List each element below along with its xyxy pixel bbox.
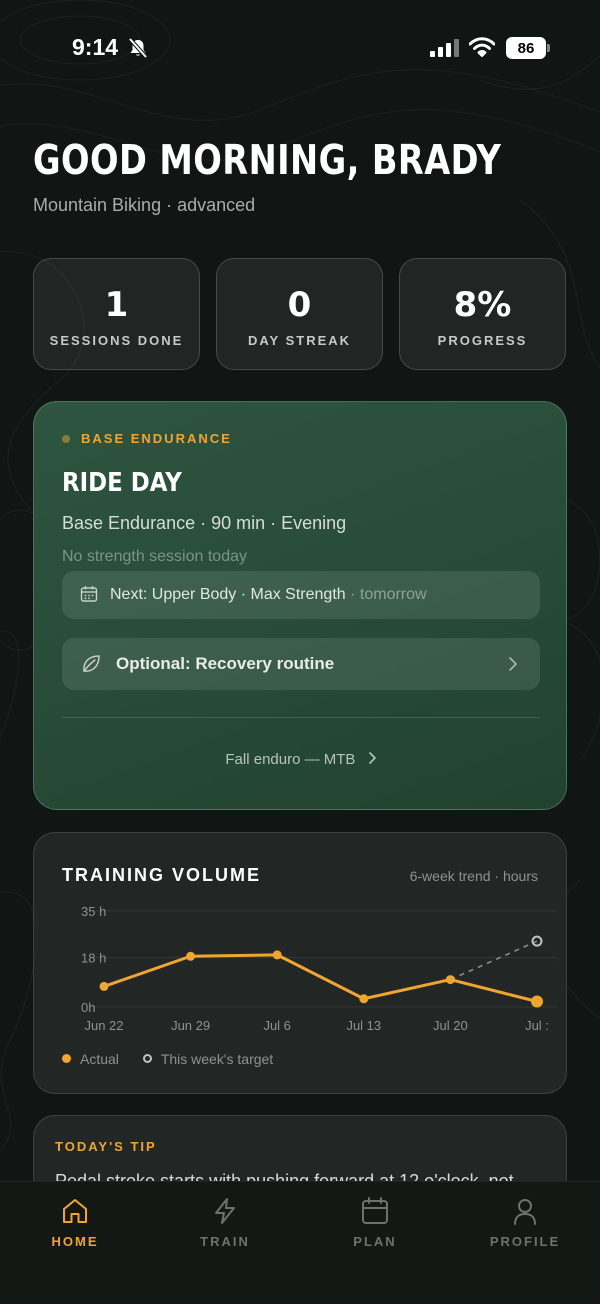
chevron-right-icon <box>509 657 517 671</box>
tab-train-label: TRAIN <box>200 1234 250 1249</box>
legend-target-label: This week's target <box>160 1050 274 1067</box>
actual-data-point <box>359 994 369 1004</box>
x-tick-label: Jul : <box>525 1018 549 1033</box>
tab-plan-label: PLAN <box>353 1234 397 1249</box>
stat-sessions-done: 1 SESSIONS DONE <box>33 258 200 370</box>
status-bar: 9:14 86 <box>0 0 600 96</box>
next-prefix: Next: <box>110 586 152 603</box>
legend-actual: Actual <box>62 1051 119 1067</box>
bell-muted-icon <box>128 37 148 59</box>
leaf-icon <box>83 655 100 672</box>
x-tick-label: Jul 13 <box>346 1018 381 1033</box>
stat-label: SESSIONS DONE <box>49 333 184 348</box>
goal-label: Fall enduro — MTB <box>225 751 356 768</box>
next-session-text: Next: Upper Body · Max Strength · tomorr… <box>110 586 427 604</box>
wifi-icon <box>469 37 495 57</box>
today-card[interactable]: BASE ENDURANCE RIDE DAY Base Endurance ·… <box>33 401 567 810</box>
goal-link[interactable]: Fall enduro — MTB <box>34 751 568 768</box>
tab-bar: HOME TRAIN PLAN PROFILE <box>0 1181 600 1304</box>
stat-label: DAY STREAK <box>247 333 352 348</box>
stat-progress: 8% PROGRESS <box>399 258 566 370</box>
chart-legend: Actual This week's target <box>62 1050 293 1067</box>
x-tick-label: Jun 22 <box>84 1018 123 1033</box>
target-line <box>450 940 538 981</box>
stat-value: 8% <box>453 285 512 325</box>
stat-label: PROGRESS <box>437 333 528 348</box>
calendar-icon <box>80 586 98 602</box>
no-strength-note: No strength session today <box>62 548 247 565</box>
actual-data-point <box>99 981 109 991</box>
actual-series-line <box>103 953 538 1003</box>
training-volume-card: TRAINING VOLUME 6-week trend · hours 35 … <box>33 832 567 1094</box>
x-tick-label: Jul 6 <box>263 1018 290 1033</box>
sport-subtitle: Mountain Biking · advanced <box>33 195 256 215</box>
stat-day-streak: 0 DAY STREAK <box>216 258 383 370</box>
actual-data-point <box>186 951 196 961</box>
actual-data-point <box>445 975 455 985</box>
status-time: 9:14 <box>72 34 119 60</box>
x-tick-label: Jul 20 <box>433 1018 468 1033</box>
bolt-icon <box>215 1198 235 1224</box>
tab-home-label: HOME <box>51 1234 99 1249</box>
person-icon <box>514 1199 536 1225</box>
battery-indicator: 86 <box>506 37 546 59</box>
legend-ring <box>142 1054 152 1063</box>
tab-profile-label: PROFILE <box>489 1234 561 1249</box>
workout-meta: Base Endurance · 90 min · Evening <box>62 513 347 533</box>
optional-recovery-label: Optional: Recovery routine <box>116 654 335 673</box>
legend-target: This week's target <box>142 1050 274 1067</box>
battery-cap <box>547 44 550 52</box>
next-session-when: · tomorrow <box>345 586 427 603</box>
home-icon <box>63 1199 87 1223</box>
next-session-name: Upper Body · Max Strength <box>151 586 346 603</box>
legend-dot <box>62 1054 71 1063</box>
calendar-icon <box>362 1197 388 1224</box>
phase-label: BASE ENDURANCE <box>81 431 232 446</box>
stat-value: 1 <box>104 285 129 325</box>
tab-train[interactable]: TRAIN <box>150 1182 300 1304</box>
optional-recovery-button[interactable]: Optional: Recovery routine <box>62 638 540 690</box>
phase-dot <box>62 435 70 443</box>
tip-title: TODAY'S TIP <box>55 1139 157 1154</box>
x-tick-label: Jun 29 <box>171 1018 210 1033</box>
signal-icon <box>430 39 459 57</box>
y-tick-label: 35 h <box>81 904 106 919</box>
tab-plan[interactable]: PLAN <box>300 1182 450 1304</box>
actual-data-point <box>272 950 282 960</box>
y-tick-label: 18 h <box>81 951 106 966</box>
next-session-row[interactable]: Next: Upper Body · Max Strength · tomorr… <box>62 571 540 619</box>
battery-level: 86 <box>517 39 535 57</box>
greeting-title: GOOD MORNING, BRADY <box>33 136 502 184</box>
card-divider <box>62 717 540 718</box>
y-tick-label: 0h <box>81 1000 95 1015</box>
stat-value: 0 <box>287 285 312 325</box>
legend-actual-label: Actual <box>80 1050 119 1067</box>
workout-title: RIDE DAY <box>62 468 182 498</box>
actual-data-point <box>531 995 543 1008</box>
tab-profile[interactable]: PROFILE <box>450 1182 600 1304</box>
tab-home[interactable]: HOME <box>0 1182 150 1304</box>
chevron-right-icon <box>368 752 376 764</box>
